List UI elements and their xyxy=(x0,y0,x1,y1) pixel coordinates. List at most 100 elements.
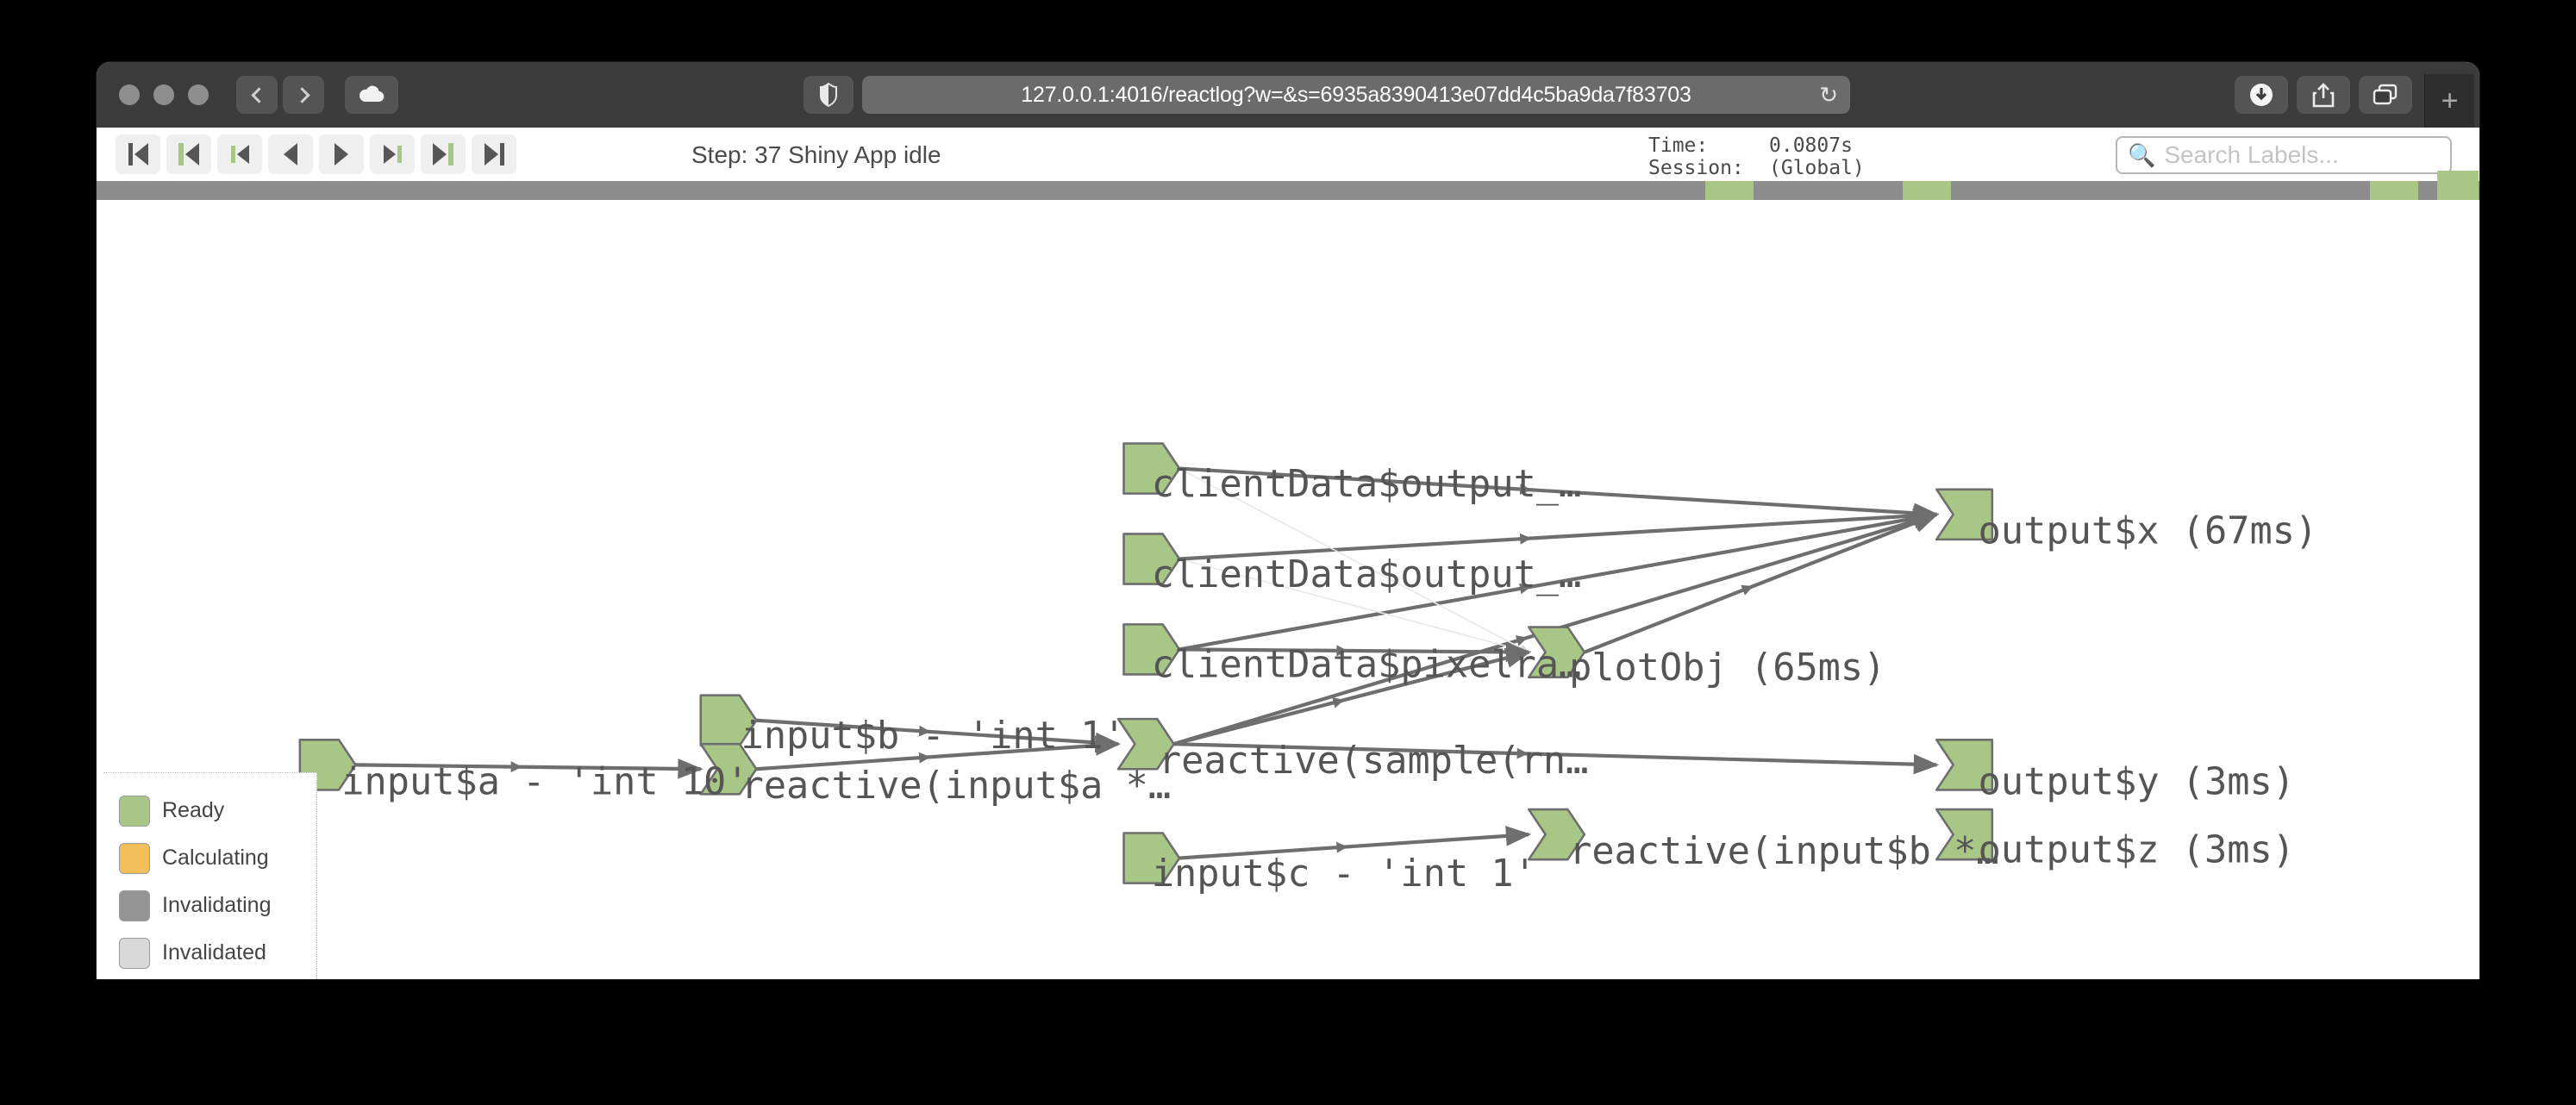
legend-label: Invalidating xyxy=(162,893,272,917)
legend-label: Ready xyxy=(162,798,225,822)
downloads-button[interactable] xyxy=(2235,76,2288,114)
graph-node-label: input$b - 'int 1' xyxy=(741,715,1126,758)
triangle-right-icon xyxy=(484,143,498,165)
graph-node-label: clientData$pixelra… xyxy=(1152,644,1582,687)
status-legend: Ready Calculating Invalidating Invalidated xyxy=(103,772,317,979)
window-controls xyxy=(119,84,209,105)
triangle-right-icon xyxy=(433,143,447,165)
legend-row: Invalidating xyxy=(119,882,316,929)
timeline-marker[interactable] xyxy=(2370,181,2418,200)
graph-node-label: plotObj (65ms) xyxy=(1569,646,1885,690)
playback-controls xyxy=(116,134,516,174)
step-backward-button[interactable] xyxy=(268,134,313,174)
graph-node-label: output$z (3ms) xyxy=(1979,828,2295,871)
reactive-graph-svg: clientData$output_… clientData$output_…cl… xyxy=(298,442,2317,896)
graph-node-label: reactive(input$a *… xyxy=(741,765,1171,808)
download-icon xyxy=(2250,84,2273,106)
search-box[interactable]: 🔍 xyxy=(2116,136,2452,174)
graph-edge-direction-marker xyxy=(1335,841,1348,853)
green-bar-icon xyxy=(448,143,453,165)
share-button[interactable] xyxy=(2297,76,2350,114)
reactive-graph-canvas[interactable]: clientData$output_… clientData$output_…cl… xyxy=(97,200,2479,979)
time-key: Time: xyxy=(1648,134,1709,157)
legend-label: Calculating xyxy=(162,846,269,870)
legend-swatch xyxy=(119,795,150,827)
reload-icon[interactable]: ↻ xyxy=(1819,84,1838,106)
legend-label: Invalidated xyxy=(162,940,266,965)
legend-swatch xyxy=(119,842,150,874)
reader-privacy-button[interactable] xyxy=(803,76,853,114)
triangle-left-icon xyxy=(236,145,249,164)
minimize-window-button[interactable] xyxy=(153,84,174,105)
green-bar-icon xyxy=(397,146,402,163)
session-value: (Global) xyxy=(1769,157,1865,179)
search-icon: 🔍 xyxy=(2128,142,2156,168)
session-key: Session: xyxy=(1648,157,1744,179)
step-status-label: Step: 37 Shiny App idle xyxy=(691,141,941,168)
graph-node-labels: clientData$output_… clientData$output_…cl… xyxy=(341,463,2317,896)
graph-edge-direction-marker xyxy=(1519,533,1532,545)
legend-swatch xyxy=(119,937,150,969)
prev-marker-button[interactable] xyxy=(217,134,262,174)
next-green-marker-button[interactable] xyxy=(421,134,466,174)
timeline-marker[interactable] xyxy=(1903,181,1951,200)
browser-toolbar: 127.0.0.1:4016/reactlog?w=&s=6935a839041… xyxy=(97,62,2479,128)
graph-edge[interactable] xyxy=(1179,505,1940,561)
maximize-window-button[interactable] xyxy=(188,84,209,105)
privacy-shield-icon xyxy=(820,83,837,107)
triangle-right-icon xyxy=(383,145,396,164)
toolbar-right-buttons xyxy=(2235,76,2412,114)
graph-node-label: clientData$output_… xyxy=(1152,463,1582,506)
step-forward-button[interactable] xyxy=(319,134,364,174)
icloud-tabs-button[interactable] xyxy=(345,76,398,114)
green-bar-icon xyxy=(178,143,184,165)
reactlog-toolbar: Step: 37 Shiny App idle Time: 0.0807s Se… xyxy=(97,128,2479,181)
bar-icon xyxy=(128,143,133,165)
browser-window: 127.0.0.1:4016/reactlog?w=&s=6935a839041… xyxy=(97,62,2479,979)
legend-row: Calculating xyxy=(119,834,316,882)
triangle-right-icon xyxy=(335,143,348,165)
legend-row: Invalidated xyxy=(119,929,316,977)
time-row: Time: 0.0807s xyxy=(1648,134,1865,157)
search-input[interactable] xyxy=(2162,140,2439,170)
close-window-button[interactable] xyxy=(119,84,140,105)
new-tab-button[interactable]: + xyxy=(2424,74,2474,128)
green-bar-icon xyxy=(230,146,235,163)
timeline-scrubber[interactable] xyxy=(97,171,2479,200)
graph-node-label: clientData$output_… xyxy=(1152,553,1582,596)
graph-node-label: output$x (67ms) xyxy=(1979,510,2318,553)
prev-green-marker-button[interactable] xyxy=(166,134,211,174)
icloud-icon xyxy=(359,85,385,103)
share-icon xyxy=(2312,83,2335,108)
chevron-left-icon xyxy=(250,86,267,103)
bar-icon xyxy=(499,143,504,165)
graph-edge-direction-marker xyxy=(1741,584,1754,596)
timeline-marker[interactable] xyxy=(2437,171,2479,200)
graph-node-label: input$a - 'int 10' xyxy=(341,760,748,803)
chevron-right-icon xyxy=(293,86,310,103)
legend-swatch xyxy=(119,890,150,921)
back-button[interactable] xyxy=(236,76,278,114)
graph-edge[interactable] xyxy=(1584,512,1939,654)
legend-row: Ready xyxy=(119,787,316,834)
triangle-left-icon xyxy=(284,143,297,165)
graph-node-label: reactive(input$b *… xyxy=(1569,830,1999,873)
tab-overview-icon xyxy=(2373,84,2398,105)
jump-to-start-button[interactable] xyxy=(116,134,160,174)
jump-to-end-button[interactable] xyxy=(472,134,516,174)
graph-node-label: reactive(sample(rn… xyxy=(1159,740,1589,783)
graph-node-label: output$y (3ms) xyxy=(1979,760,2295,803)
url-input[interactable]: 127.0.0.1:4016/reactlog?w=&s=6935a839041… xyxy=(862,76,1850,114)
timeline-marker[interactable] xyxy=(1705,181,1754,200)
time-value: 0.0807s xyxy=(1769,134,1853,157)
tab-overview-button[interactable] xyxy=(2359,76,2412,114)
status-info: Time: 0.0807s Session: (Global) xyxy=(1648,134,1865,179)
next-marker-button[interactable] xyxy=(370,134,415,174)
graph-node-label: input$c - 'int 1' xyxy=(1152,852,1536,896)
plus-icon: + xyxy=(2441,84,2459,117)
address-bar-area: 127.0.0.1:4016/reactlog?w=&s=6935a839041… xyxy=(803,76,1850,114)
navigation-buttons xyxy=(236,76,324,114)
forward-button[interactable] xyxy=(283,76,324,114)
url-text: 127.0.0.1:4016/reactlog?w=&s=6935a839041… xyxy=(1021,82,1691,107)
triangle-left-icon xyxy=(185,143,199,165)
